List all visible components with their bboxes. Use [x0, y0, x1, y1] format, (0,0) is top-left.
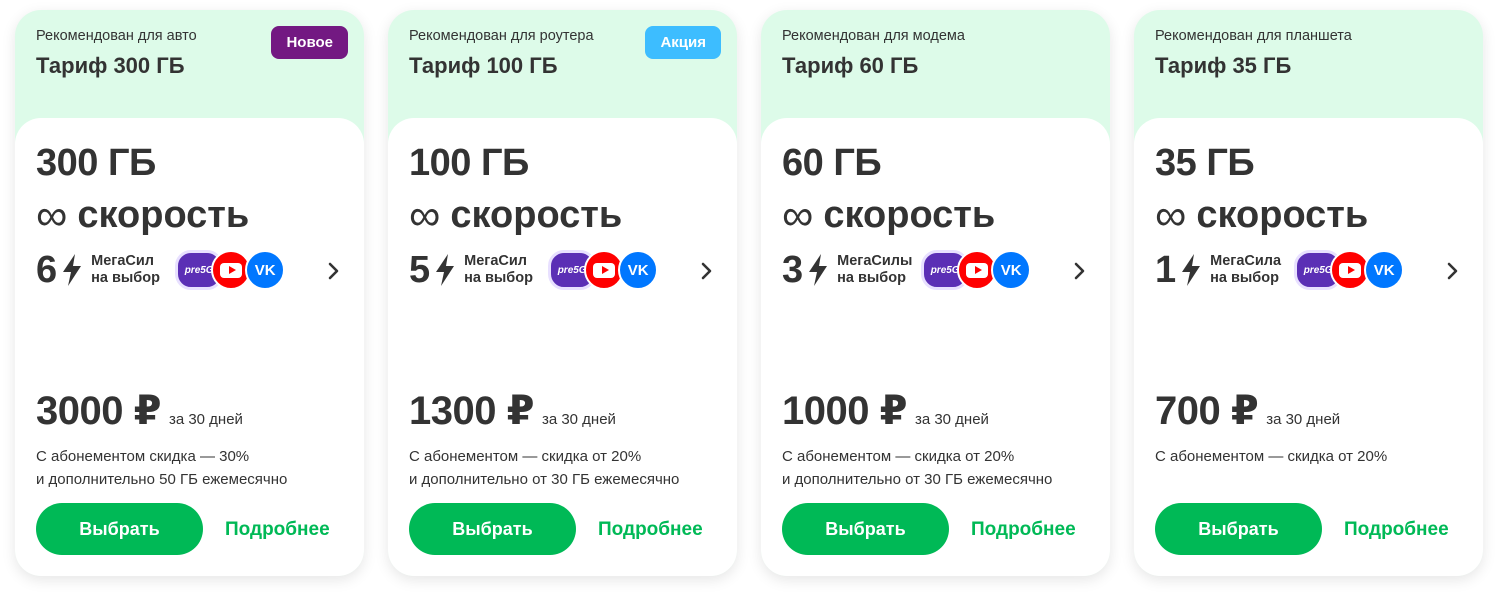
discount-line-2: и дополнительно 50 ГБ ежемесячно: [36, 471, 288, 488]
price-row: 3000 ₽ за 30 дней: [36, 388, 243, 434]
megapower-row[interactable]: 5 МегаСил на выбор pre5G VK: [409, 248, 659, 292]
megapower-label: МегаСил на выбор: [91, 253, 160, 286]
chevron-right-icon[interactable]: [1443, 259, 1461, 283]
service-icons: pre5G VK: [1294, 250, 1405, 290]
price: 3000 ₽: [36, 389, 161, 433]
choose-button[interactable]: Выбрать: [409, 503, 576, 555]
discount-text: С абонементом скидка — 30% и дополнитель…: [36, 445, 346, 491]
megapower-label: МегаСил на выбор: [464, 253, 533, 286]
lightning-icon: [1182, 254, 1201, 286]
chevron-right-icon[interactable]: [1070, 259, 1088, 283]
recommend-label: Рекомендован для авто: [36, 28, 197, 44]
lightning-icon: [809, 254, 828, 286]
more-link[interactable]: Подробнее: [1344, 519, 1449, 541]
service-icons: pre5G VK: [548, 250, 659, 290]
more-link[interactable]: Подробнее: [598, 519, 703, 541]
tariff-card-300: Рекомендован для авто Тариф 300 ГБ Новое…: [15, 10, 364, 576]
tariff-card-60: Рекомендован для модема Тариф 60 ГБ 60 Г…: [761, 10, 1110, 576]
choose-button[interactable]: Выбрать: [1155, 503, 1322, 555]
recommend-label: Рекомендован для роутера: [409, 28, 594, 44]
price: 1300 ₽: [409, 389, 534, 433]
tariff-title: Тариф 35 ГБ: [1155, 53, 1292, 78]
speed-row: ∞ скорость: [1155, 190, 1369, 240]
infinity-icon: ∞: [1155, 190, 1187, 240]
vk-icon: VK: [1364, 250, 1405, 290]
megapower-label: МегаСила на выбор: [1210, 253, 1282, 286]
infinity-icon: ∞: [782, 190, 814, 240]
megapower-row[interactable]: 3 МегаСилы на выбор pre5G VK: [782, 248, 1032, 292]
more-link[interactable]: Подробнее: [225, 519, 330, 541]
recommend-label: Рекомендован для модема: [782, 28, 965, 44]
price-period: за 30 дней: [168, 411, 243, 428]
tariff-cards: Рекомендован для авто Тариф 300 ГБ Новое…: [0, 0, 1500, 597]
price-period: за 30 дней: [914, 411, 989, 428]
vk-icon: VK: [618, 250, 659, 290]
tariff-card-35: Рекомендован для планшета Тариф 35 ГБ 35…: [1134, 10, 1483, 576]
discount-line-2: и дополнительно от 30 ГБ ежемесячно: [782, 471, 1053, 488]
card-header: Рекомендован для роутера Тариф 100 ГБ Ак…: [388, 10, 737, 118]
lightning-icon: [436, 254, 455, 286]
tariff-title: Тариф 60 ГБ: [782, 53, 919, 78]
price-row: 1300 ₽ за 30 дней: [409, 388, 616, 434]
tariff-card-100: Рекомендован для роутера Тариф 100 ГБ Ак…: [388, 10, 737, 576]
megapower-count: 6: [36, 249, 58, 291]
card-body: 300 ГБ ∞ скорость 6 МегаСил на выбор pre…: [15, 118, 364, 576]
price: 700 ₽: [1155, 389, 1259, 433]
data-volume: 300 ГБ: [36, 142, 156, 184]
discount-text: С абонементом — скидка от 20% и дополнит…: [409, 445, 719, 491]
card-body: 60 ГБ ∞ скорость 3 МегаСилы на выбор pre…: [761, 118, 1110, 576]
speed-row: ∞ скорость: [409, 190, 623, 240]
discount-line-2: и дополнительно от 30 ГБ ежемесячно: [409, 471, 680, 488]
price: 1000 ₽: [782, 389, 907, 433]
recommend-label: Рекомендован для планшета: [1155, 28, 1352, 44]
lightning-icon: [63, 254, 82, 286]
card-header: Рекомендован для авто Тариф 300 ГБ Новое: [15, 10, 364, 118]
speed-label: скорость: [823, 194, 996, 236]
card-header: Рекомендован для планшета Тариф 35 ГБ: [1134, 10, 1483, 118]
discount-text: С абонементом — скидка от 20% и дополнит…: [782, 445, 1092, 491]
card-body: 35 ГБ ∞ скорость 1 МегаСила на выбор pre…: [1134, 118, 1483, 576]
discount-text: С абонементом — скидка от 20%: [1155, 445, 1465, 468]
infinity-icon: ∞: [36, 190, 68, 240]
price-row: 700 ₽ за 30 дней: [1155, 388, 1340, 434]
service-icons: pre5G VK: [921, 250, 1032, 290]
megapower-count: 5: [409, 249, 431, 291]
megapower-count: 1: [1155, 249, 1177, 291]
card-body: 100 ГБ ∞ скорость 5 МегаСил на выбор pre…: [388, 118, 737, 576]
data-volume: 35 ГБ: [1155, 142, 1255, 184]
discount-line-1: С абонементом — скидка от 20%: [1155, 448, 1388, 465]
badge-new: Новое: [271, 26, 348, 59]
megapower-row[interactable]: 6 МегаСил на выбор pre5G VK: [36, 248, 286, 292]
card-header: Рекомендован для модема Тариф 60 ГБ: [761, 10, 1110, 118]
price-period: за 30 дней: [541, 411, 616, 428]
speed-label: скорость: [1196, 194, 1369, 236]
infinity-icon: ∞: [409, 190, 441, 240]
discount-line-1: С абонементом — скидка от 20%: [409, 448, 642, 465]
megapower-row[interactable]: 1 МегаСила на выбор pre5G VK: [1155, 248, 1405, 292]
more-link[interactable]: Подробнее: [971, 519, 1076, 541]
badge-promo: Акция: [645, 26, 721, 59]
service-icons: pre5G VK: [175, 250, 286, 290]
chevron-right-icon[interactable]: [697, 259, 715, 283]
speed-label: скорость: [77, 194, 250, 236]
data-volume: 100 ГБ: [409, 142, 529, 184]
discount-line-1: С абонементом скидка — 30%: [36, 448, 250, 465]
price-row: 1000 ₽ за 30 дней: [782, 388, 989, 434]
speed-label: скорость: [450, 194, 623, 236]
megapower-count: 3: [782, 249, 804, 291]
discount-line-1: С абонементом — скидка от 20%: [782, 448, 1015, 465]
megapower-label: МегаСилы на выбор: [837, 253, 913, 286]
speed-row: ∞ скорость: [36, 190, 250, 240]
choose-button[interactable]: Выбрать: [36, 503, 203, 555]
choose-button[interactable]: Выбрать: [782, 503, 949, 555]
data-volume: 60 ГБ: [782, 142, 882, 184]
price-period: за 30 дней: [1266, 411, 1341, 428]
chevron-right-icon[interactable]: [324, 259, 342, 283]
vk-icon: VK: [245, 250, 286, 290]
vk-icon: VK: [991, 250, 1032, 290]
tariff-title: Тариф 300 ГБ: [36, 53, 185, 78]
speed-row: ∞ скорость: [782, 190, 996, 240]
tariff-title: Тариф 100 ГБ: [409, 53, 558, 78]
